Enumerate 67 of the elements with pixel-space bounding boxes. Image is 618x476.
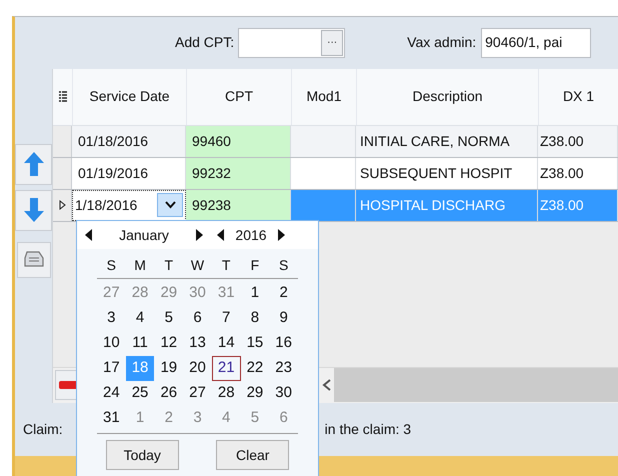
date-value: 1/18/2016 bbox=[75, 196, 138, 215]
calendar-day[interactable]: 20 bbox=[183, 356, 212, 381]
calendar-day[interactable]: 8 bbox=[240, 306, 270, 331]
calendar-day[interactable]: 13 bbox=[183, 331, 212, 356]
calendar-day[interactable]: 10 bbox=[97, 331, 126, 356]
calendar-button[interactable]: Clear bbox=[216, 440, 290, 470]
calendar-day[interactable]: 15 bbox=[240, 331, 270, 356]
calendar-day[interactable]: 21 bbox=[212, 356, 241, 381]
table-cell: SUBSEQUENT HOSPIT bbox=[356, 158, 538, 189]
calendar-day[interactable]: 4 bbox=[126, 306, 154, 331]
table-row[interactable]: 01/19/2016 99232 SUBSEQUENT HOSPIT Z38.00 bbox=[53, 158, 618, 190]
calendar-day[interactable]: 22 bbox=[240, 356, 270, 381]
table-row[interactable]: 01/18/2016 99460 INITIAL CARE, NORMA Z38.00 bbox=[53, 126, 618, 158]
weekday-label: F bbox=[250, 256, 260, 275]
weekday-label: S bbox=[278, 256, 290, 275]
weekday-label: S bbox=[106, 256, 118, 275]
calendar-day[interactable]: 27 bbox=[183, 381, 212, 406]
calendar-day[interactable]: 2 bbox=[269, 281, 298, 306]
table-cell: 99460 bbox=[186, 126, 291, 157]
calendar-day[interactable]: 7 bbox=[212, 306, 241, 331]
month-label[interactable]: January bbox=[95, 224, 193, 246]
calendar-day[interactable]: 6 bbox=[183, 306, 212, 331]
column-header[interactable]: CPT bbox=[186, 68, 291, 125]
weekday-label: M bbox=[133, 256, 147, 275]
date-edit-field[interactable]: 1/18/2016 bbox=[72, 190, 186, 221]
table-cell: HOSPITAL DISCHARG bbox=[356, 190, 538, 221]
table-cell: Z38.00 bbox=[538, 190, 618, 221]
claim-lines-count: in the claim: 3 bbox=[324, 420, 412, 440]
calendar-day[interactable]: 1 bbox=[240, 281, 270, 306]
calendar-day[interactable]: 28 bbox=[212, 381, 241, 406]
calendar-button[interactable]: Today bbox=[106, 440, 179, 470]
calendar-day[interactable]: 19 bbox=[154, 356, 184, 381]
calendar-day[interactable]: 31 bbox=[97, 406, 126, 431]
column-header[interactable]: DX 1 bbox=[538, 68, 618, 125]
column-header[interactable]: Description bbox=[356, 68, 538, 125]
calendar-day[interactable]: 30 bbox=[269, 381, 298, 406]
table-cell: Z38.00 bbox=[538, 158, 618, 189]
claim-label: Claim: bbox=[23, 420, 63, 440]
table-cell: INITIAL CARE, NORMA bbox=[356, 126, 538, 157]
calendar-day[interactable]: 9 bbox=[269, 306, 298, 331]
calendar-day[interactable]: 25 bbox=[126, 381, 154, 406]
column-header[interactable]: Mod1 bbox=[291, 68, 356, 125]
calendar-day[interactable]: 12 bbox=[154, 331, 184, 356]
vax-admin-label: Vax admin: bbox=[407, 33, 476, 52]
weekday-label: T bbox=[164, 256, 174, 275]
table-cell: 99238 bbox=[186, 190, 291, 221]
vax-admin-field[interactable]: 90460/1, pai bbox=[481, 28, 592, 58]
calendar-day[interactable]: 3 bbox=[97, 306, 126, 331]
year-label[interactable]: 2016 bbox=[227, 224, 275, 246]
calendar-day[interactable]: 17 bbox=[97, 356, 126, 381]
weekday-label: T bbox=[220, 256, 232, 275]
table-row[interactable]: 1/18/2016 99238 HOSPITAL DISCHARG Z38.00 bbox=[53, 190, 618, 222]
browse-button[interactable]: ··· bbox=[321, 30, 344, 56]
calendar-day[interactable]: 26 bbox=[154, 381, 184, 406]
calendar-day[interactable]: 5 bbox=[154, 306, 184, 331]
calendar-day[interactable]: 16 bbox=[269, 331, 298, 356]
calendar-day[interactable]: 24 bbox=[97, 381, 126, 406]
calendar-day[interactable]: 23 bbox=[269, 356, 298, 381]
weekday-label: W bbox=[190, 256, 206, 275]
table-cell: 99232 bbox=[186, 158, 291, 189]
calendar-day[interactable]: 29 bbox=[240, 381, 270, 406]
calendar-day[interactable]: 11 bbox=[126, 331, 154, 356]
column-header[interactable]: Service Date bbox=[72, 68, 186, 125]
add-cpt-label: Add CPT: bbox=[175, 33, 234, 52]
add-cpt-field[interactable]: ··· bbox=[238, 28, 346, 58]
calendar-day[interactable]: 14 bbox=[212, 331, 241, 356]
table-cell: Z38.00 bbox=[538, 126, 618, 157]
